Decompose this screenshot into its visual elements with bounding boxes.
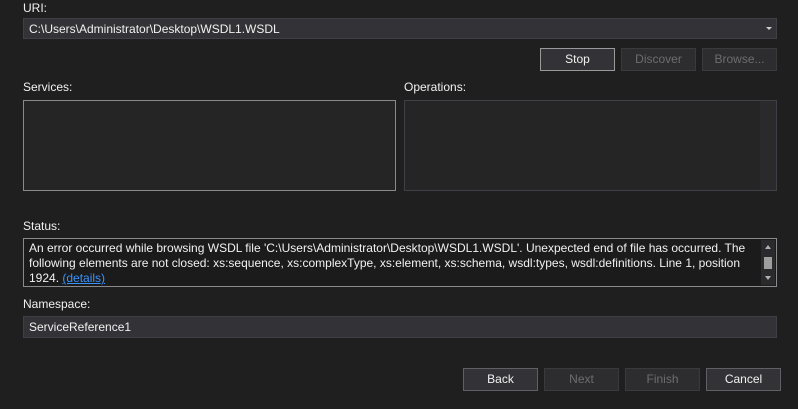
status-message: An error occurred while browsing WSDL fi…: [29, 241, 759, 286]
operations-scrollbar[interactable]: [760, 101, 776, 190]
namespace-label: Namespace:: [23, 297, 91, 311]
namespace-input[interactable]: ServiceReference1: [23, 316, 777, 338]
services-tree[interactable]: [23, 100, 396, 191]
namespace-value[interactable]: ServiceReference1: [29, 320, 131, 334]
status-scrollbar[interactable]: [761, 240, 775, 285]
status-line-2: following elements are not closed: xs:se…: [29, 256, 741, 270]
status-line-1: An error occurred while browsing WSDL fi…: [29, 241, 746, 255]
operations-label: Operations:: [404, 80, 467, 94]
status-line-3: 1924.: [29, 271, 60, 285]
stop-button[interactable]: Stop: [540, 48, 615, 71]
scroll-up-icon[interactable]: [765, 245, 771, 249]
chevron-down-icon[interactable]: [766, 27, 772, 30]
status-label: Status:: [23, 219, 61, 233]
uri-value[interactable]: C:\Users\Administrator\Desktop\WSDL1.WSD…: [29, 22, 280, 36]
back-button[interactable]: Back: [463, 368, 538, 391]
add-service-reference-dialog: URI: C:\Users\Administrator\Desktop\WSDL…: [0, 0, 798, 409]
uri-label: URI:: [23, 1, 47, 15]
next-button[interactable]: Next: [544, 368, 619, 391]
services-label: Services:: [23, 80, 73, 94]
discover-button[interactable]: Discover: [621, 48, 696, 71]
scroll-down-icon[interactable]: [765, 276, 771, 280]
status-line-3-wrap: 1924. (details): [29, 271, 759, 286]
operations-list[interactable]: [404, 100, 777, 191]
details-link[interactable]: (details): [62, 271, 105, 285]
cancel-button[interactable]: Cancel: [706, 368, 781, 391]
browse-button[interactable]: Browse...: [702, 48, 777, 71]
status-box: An error occurred while browsing WSDL fi…: [23, 238, 777, 287]
uri-combobox[interactable]: C:\Users\Administrator\Desktop\WSDL1.WSD…: [23, 18, 777, 39]
finish-button[interactable]: Finish: [625, 368, 700, 391]
scroll-thumb[interactable]: [764, 257, 772, 269]
